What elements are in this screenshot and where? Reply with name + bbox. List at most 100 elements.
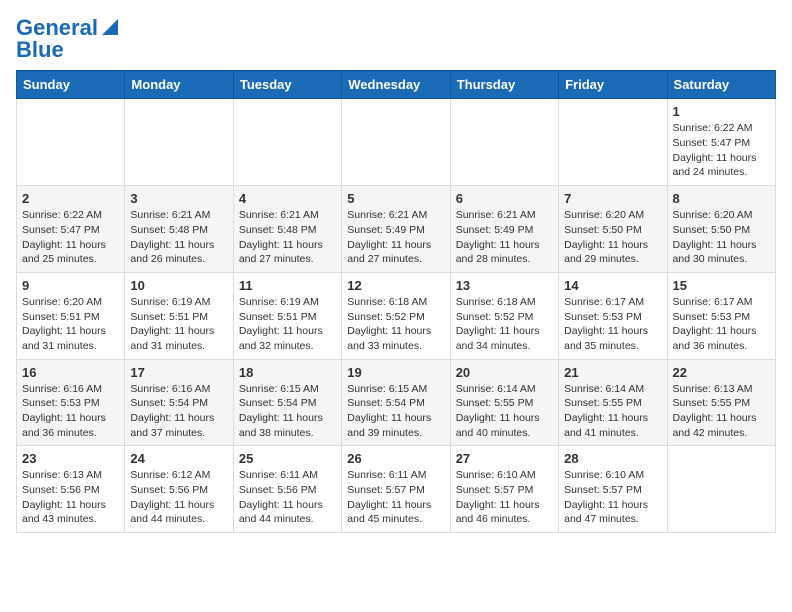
day-number: 27 <box>456 451 553 466</box>
calendar-cell: 24 Sunrise: 6:12 AM Sunset: 5:56 PM Dayli… <box>125 446 233 533</box>
day-info: Sunrise: 6:15 AM Sunset: 5:54 PM Dayligh… <box>347 382 444 441</box>
logo: General Blue <box>16 16 118 62</box>
calendar-cell: 15 Sunrise: 6:17 AM Sunset: 5:53 PM Dayli… <box>667 272 775 359</box>
day-info: Sunrise: 6:10 AM Sunset: 5:57 PM Dayligh… <box>456 468 553 527</box>
calendar-week-row: 2Sunrise: 6:22 AM Sunset: 5:47 PM Daylig… <box>17 186 776 273</box>
day-info: Sunrise: 6:11 AM Sunset: 5:56 PM Dayligh… <box>239 468 336 527</box>
day-info: Sunrise: 6:18 AM Sunset: 5:52 PM Dayligh… <box>456 295 553 354</box>
day-number: 24 <box>130 451 227 466</box>
calendar-cell: 11 Sunrise: 6:19 AM Sunset: 5:51 PM Dayli… <box>233 272 341 359</box>
calendar-cell <box>125 99 233 186</box>
day-number: 7 <box>564 191 661 206</box>
day-info: Sunrise: 6:21 AM Sunset: 5:49 PM Dayligh… <box>347 208 444 267</box>
calendar-cell: 26 Sunrise: 6:11 AM Sunset: 5:57 PM Dayli… <box>342 446 450 533</box>
day-info: Sunrise: 6:15 AM Sunset: 5:54 PM Dayligh… <box>239 382 336 441</box>
day-info: Sunrise: 6:22 AM Sunset: 5:47 PM Dayligh… <box>673 121 770 180</box>
calendar-cell: 8Sunrise: 6:20 AM Sunset: 5:50 PM Daylig… <box>667 186 775 273</box>
day-info: Sunrise: 6:17 AM Sunset: 5:53 PM Dayligh… <box>564 295 661 354</box>
day-info: Sunrise: 6:20 AM Sunset: 5:51 PM Dayligh… <box>22 295 119 354</box>
day-number: 22 <box>673 365 770 380</box>
calendar-cell: 25Sunrise: 6:11 AM Sunset: 5:56 PM Dayli… <box>233 446 341 533</box>
day-number: 23 <box>22 451 119 466</box>
calendar-cell: 7 Sunrise: 6:20 AM Sunset: 5:50 PM Daylig… <box>559 186 667 273</box>
calendar-cell: 3 Sunrise: 6:21 AM Sunset: 5:48 PM Daylig… <box>125 186 233 273</box>
day-number: 20 <box>456 365 553 380</box>
day-number: 5 <box>347 191 444 206</box>
day-info: Sunrise: 6:21 AM Sunset: 5:48 PM Dayligh… <box>130 208 227 267</box>
calendar-cell: 9 Sunrise: 6:20 AM Sunset: 5:51 PM Daylig… <box>17 272 125 359</box>
day-number: 15 <box>673 278 770 293</box>
day-info: Sunrise: 6:11 AM Sunset: 5:57 PM Dayligh… <box>347 468 444 527</box>
calendar-body: 1 Sunrise: 6:22 AM Sunset: 5:47 PM Daylig… <box>17 99 776 533</box>
day-info: Sunrise: 6:10 AM Sunset: 5:57 PM Dayligh… <box>564 468 661 527</box>
calendar-cell: 10Sunrise: 6:19 AM Sunset: 5:51 PM Dayli… <box>125 272 233 359</box>
day-number: 18 <box>239 365 336 380</box>
calendar-header-wednesday: Wednesday <box>342 71 450 99</box>
calendar-cell: 13 Sunrise: 6:18 AM Sunset: 5:52 PM Dayli… <box>450 272 558 359</box>
calendar-cell <box>450 99 558 186</box>
calendar-header-row: SundayMondayTuesdayWednesdayThursdayFrid… <box>17 71 776 99</box>
day-number: 11 <box>239 278 336 293</box>
calendar-cell: 2Sunrise: 6:22 AM Sunset: 5:47 PM Daylig… <box>17 186 125 273</box>
calendar-cell <box>342 99 450 186</box>
calendar-week-row: 9 Sunrise: 6:20 AM Sunset: 5:51 PM Daylig… <box>17 272 776 359</box>
day-number: 16 <box>22 365 119 380</box>
day-info: Sunrise: 6:17 AM Sunset: 5:53 PM Dayligh… <box>673 295 770 354</box>
day-info: Sunrise: 6:13 AM Sunset: 5:55 PM Dayligh… <box>673 382 770 441</box>
calendar-week-row: 23 Sunrise: 6:13 AM Sunset: 5:56 PM Dayli… <box>17 446 776 533</box>
day-info: Sunrise: 6:22 AM Sunset: 5:47 PM Dayligh… <box>22 208 119 267</box>
calendar-cell: 16 Sunrise: 6:16 AM Sunset: 5:53 PM Dayli… <box>17 359 125 446</box>
day-info: Sunrise: 6:16 AM Sunset: 5:54 PM Dayligh… <box>130 382 227 441</box>
day-number: 19 <box>347 365 444 380</box>
day-info: Sunrise: 6:14 AM Sunset: 5:55 PM Dayligh… <box>564 382 661 441</box>
day-number: 21 <box>564 365 661 380</box>
day-number: 6 <box>456 191 553 206</box>
day-info: Sunrise: 6:20 AM Sunset: 5:50 PM Dayligh… <box>673 208 770 267</box>
day-info: Sunrise: 6:20 AM Sunset: 5:50 PM Dayligh… <box>564 208 661 267</box>
calendar-table: SundayMondayTuesdayWednesdayThursdayFrid… <box>16 70 776 533</box>
calendar-cell: 22 Sunrise: 6:13 AM Sunset: 5:55 PM Dayli… <box>667 359 775 446</box>
day-number: 28 <box>564 451 661 466</box>
day-number: 4 <box>239 191 336 206</box>
calendar-cell: 18 Sunrise: 6:15 AM Sunset: 5:54 PM Dayli… <box>233 359 341 446</box>
calendar-cell: 23 Sunrise: 6:13 AM Sunset: 5:56 PM Dayli… <box>17 446 125 533</box>
logo-text: General Blue <box>16 16 118 62</box>
calendar-cell: 12 Sunrise: 6:18 AM Sunset: 5:52 PM Dayli… <box>342 272 450 359</box>
day-info: Sunrise: 6:13 AM Sunset: 5:56 PM Dayligh… <box>22 468 119 527</box>
calendar-cell: 4 Sunrise: 6:21 AM Sunset: 5:48 PM Daylig… <box>233 186 341 273</box>
day-number: 1 <box>673 104 770 119</box>
day-info: Sunrise: 6:16 AM Sunset: 5:53 PM Dayligh… <box>22 382 119 441</box>
day-number: 13 <box>456 278 553 293</box>
calendar-cell: 5 Sunrise: 6:21 AM Sunset: 5:49 PM Daylig… <box>342 186 450 273</box>
calendar-cell: 17 Sunrise: 6:16 AM Sunset: 5:54 PM Dayli… <box>125 359 233 446</box>
day-number: 17 <box>130 365 227 380</box>
calendar-cell: 28 Sunrise: 6:10 AM Sunset: 5:57 PM Dayli… <box>559 446 667 533</box>
day-number: 3 <box>130 191 227 206</box>
calendar-cell: 6 Sunrise: 6:21 AM Sunset: 5:49 PM Daylig… <box>450 186 558 273</box>
calendar-header-monday: Monday <box>125 71 233 99</box>
day-info: Sunrise: 6:21 AM Sunset: 5:49 PM Dayligh… <box>456 208 553 267</box>
day-info: Sunrise: 6:18 AM Sunset: 5:52 PM Dayligh… <box>347 295 444 354</box>
calendar-header-thursday: Thursday <box>450 71 558 99</box>
calendar-cell <box>233 99 341 186</box>
day-info: Sunrise: 6:21 AM Sunset: 5:48 PM Dayligh… <box>239 208 336 267</box>
calendar-cell: 27 Sunrise: 6:10 AM Sunset: 5:57 PM Dayli… <box>450 446 558 533</box>
logo-triangle-icon <box>100 19 118 37</box>
calendar-week-row: 16 Sunrise: 6:16 AM Sunset: 5:53 PM Dayli… <box>17 359 776 446</box>
day-info: Sunrise: 6:12 AM Sunset: 5:56 PM Dayligh… <box>130 468 227 527</box>
calendar-header-friday: Friday <box>559 71 667 99</box>
day-info: Sunrise: 6:14 AM Sunset: 5:55 PM Dayligh… <box>456 382 553 441</box>
day-info: Sunrise: 6:19 AM Sunset: 5:51 PM Dayligh… <box>239 295 336 354</box>
day-number: 26 <box>347 451 444 466</box>
day-number: 12 <box>347 278 444 293</box>
day-number: 14 <box>564 278 661 293</box>
calendar-cell <box>559 99 667 186</box>
calendar-header-saturday: Saturday <box>667 71 775 99</box>
calendar-cell: 19 Sunrise: 6:15 AM Sunset: 5:54 PM Dayli… <box>342 359 450 446</box>
day-number: 10 <box>130 278 227 293</box>
calendar-week-row: 1 Sunrise: 6:22 AM Sunset: 5:47 PM Daylig… <box>17 99 776 186</box>
calendar-cell: 21 Sunrise: 6:14 AM Sunset: 5:55 PM Dayli… <box>559 359 667 446</box>
calendar-cell: 20 Sunrise: 6:14 AM Sunset: 5:55 PM Dayli… <box>450 359 558 446</box>
day-number: 9 <box>22 278 119 293</box>
calendar-header-tuesday: Tuesday <box>233 71 341 99</box>
